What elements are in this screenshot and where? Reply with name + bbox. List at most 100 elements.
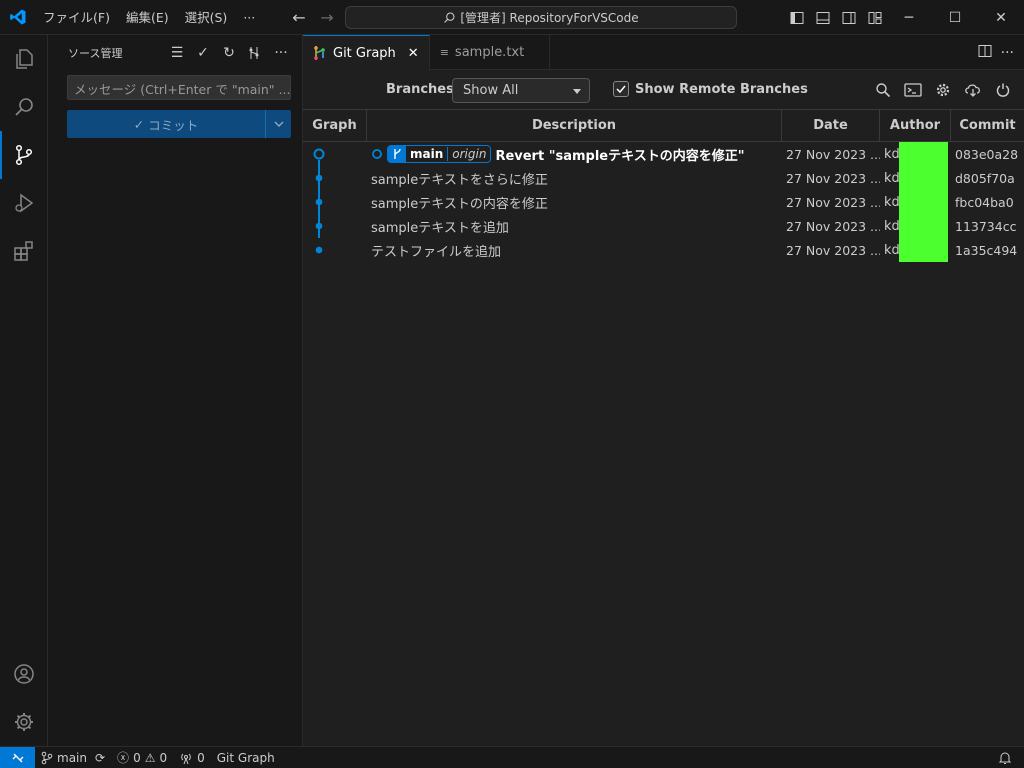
commit-author: kd — [880, 166, 951, 190]
commit-author: kd — [880, 190, 951, 214]
branch-status-label: main — [57, 750, 87, 765]
settings-gear-icon[interactable] — [0, 698, 48, 746]
source-control-icon[interactable] — [0, 131, 48, 179]
branches-select-value: Show All — [463, 83, 519, 98]
commit-button[interactable]: ✓ コミット — [67, 110, 291, 138]
commit-description: sampleテキストを追加 — [371, 220, 509, 236]
search-icon — [444, 12, 455, 23]
remote-indicator-icon[interactable] — [0, 746, 35, 768]
commit-date: 27 Nov 2023 ... — [786, 194, 880, 210]
command-center-label: [管理者] RepositoryForVSCode — [460, 11, 639, 25]
maximize-icon[interactable]: ☐ — [932, 0, 978, 35]
broadcast-icon — [181, 753, 191, 764]
fetch-cloud-icon[interactable] — [962, 78, 984, 102]
commit-button-label: コミット — [148, 117, 199, 133]
tab-sample-txt-label: sample.txt — [454, 45, 525, 60]
toggle-panel-icon[interactable] — [810, 0, 836, 35]
repo-settings-gear-icon[interactable] — [932, 78, 954, 102]
view-as-list-icon[interactable]: ☰ — [166, 42, 188, 64]
customize-layout-icon[interactable] — [862, 0, 888, 35]
column-header-description[interactable]: Description — [367, 110, 782, 141]
close-window-icon[interactable]: ✕ — [978, 0, 1024, 35]
text-file-icon: ≡ — [439, 46, 449, 59]
command-center[interactable]: [管理者] RepositoryForVSCode — [345, 6, 737, 29]
back-arrow-icon[interactable]: ← — [288, 8, 310, 27]
sync-icon[interactable]: ⟳ — [95, 751, 105, 765]
redaction-block — [899, 166, 948, 190]
table-row[interactable]: sampleテキストを追加 27 Nov 2023 ... kd 113734c… — [303, 214, 1024, 238]
more-actions-icon[interactable]: ··· — [270, 42, 292, 64]
menu-selection[interactable]: 選択(S) — [177, 0, 236, 35]
terminal-icon[interactable] — [902, 78, 924, 102]
commit-check-icon[interactable]: ✓ — [192, 42, 214, 64]
branch-name: main — [406, 147, 448, 161]
commit-author-name: kd — [884, 218, 900, 234]
remote-name: origin — [447, 147, 491, 161]
activity-bar — [0, 35, 48, 746]
column-header-date[interactable]: Date — [782, 110, 880, 141]
branches-select[interactable]: Show All — [452, 78, 590, 103]
graph-commit-node — [315, 222, 323, 230]
find-icon[interactable] — [872, 78, 894, 102]
commit-date: 27 Nov 2023 ... — [786, 218, 880, 234]
table-row[interactable]: main origin Revert "sampleテキストの内容を修正" 27… — [303, 142, 1024, 166]
menu-file[interactable]: ファイル(F) — [35, 0, 118, 35]
minimize-icon[interactable]: ─ — [886, 0, 932, 35]
commit-hash: 083e0a28 — [955, 146, 1019, 162]
checkbox-checked-icon[interactable] — [613, 81, 629, 97]
title-bar: ファイル(F) 編集(E) 選択(S) ··· ← → [管理者] Reposi… — [0, 0, 1024, 35]
menu-more[interactable]: ··· — [235, 0, 263, 35]
table-row[interactable]: sampleテキストの内容を修正 27 Nov 2023 ... kd fbc0… — [303, 190, 1024, 214]
commit-author: kd — [880, 238, 951, 262]
error-icon: ⓧ — [117, 751, 130, 765]
commit-main-button[interactable]: ✓ コミット — [67, 110, 265, 138]
layout-controls — [784, 0, 888, 35]
account-icon[interactable] — [0, 650, 48, 698]
check-icon: ✓ — [133, 116, 145, 132]
graph-commit-node — [315, 198, 323, 206]
redaction-block — [899, 190, 948, 214]
run-debug-icon[interactable] — [0, 179, 48, 227]
git-graph-status[interactable]: Git Graph — [211, 747, 281, 768]
tab-git-graph[interactable]: Git Graph ✕ — [303, 35, 430, 70]
problems-status[interactable]: ⓧ 0 ⚠ 0 — [111, 747, 173, 768]
notifications-bell-icon[interactable] — [998, 747, 1012, 768]
table-row[interactable]: テストファイルを追加 27 Nov 2023 ... kd 1a35c494 — [303, 238, 1024, 262]
column-header-graph[interactable]: Graph — [303, 110, 367, 141]
source-control-sidebar: ソース管理 ☰ ✓ ↻ ··· メッセージ (Ctrl+Enter で "mai… — [48, 35, 303, 746]
branch-status[interactable]: main ⟳ — [35, 747, 111, 768]
commit-dropdown-chevron-icon[interactable] — [265, 110, 291, 138]
redaction-block — [899, 214, 948, 238]
commit-message-input[interactable]: メッセージ (Ctrl+Enter で "main" ... — [67, 75, 291, 100]
refresh-power-icon[interactable] — [992, 78, 1014, 102]
commit-rows: main origin Revert "sampleテキストの内容を修正" 27… — [303, 142, 1024, 262]
commit-author-name: kd — [884, 242, 900, 258]
column-header-author[interactable]: Author — [880, 110, 951, 141]
refresh-icon[interactable]: ↻ — [218, 42, 240, 64]
commit-hash: d805f70a — [955, 170, 1015, 186]
explorer-icon[interactable] — [0, 35, 48, 83]
table-row[interactable]: sampleテキストをさらに修正 27 Nov 2023 ... kd d805… — [303, 166, 1024, 190]
branch-ref-badge[interactable]: main origin — [387, 145, 492, 163]
commit-hash: 113734cc — [955, 218, 1017, 234]
menu-edit[interactable]: 編集(E) — [118, 0, 177, 35]
show-remote-branches-label: Show Remote Branches — [635, 81, 808, 97]
toggle-secondary-sidebar-icon[interactable] — [836, 0, 862, 35]
close-tab-icon[interactable]: ✕ — [408, 46, 419, 61]
show-remote-branches-checkbox[interactable]: Show Remote Branches — [613, 81, 808, 97]
git-graph-toolbar — [872, 78, 1014, 102]
window-controls: ─ ☐ ✕ — [886, 0, 1024, 35]
extensions-icon[interactable] — [0, 227, 48, 275]
tab-sample-txt[interactable]: ≡ sample.txt — [430, 35, 550, 70]
git-graph-view-icon[interactable] — [244, 42, 266, 64]
split-editor-icon[interactable] — [977, 43, 993, 63]
warning-count: 0 — [159, 750, 168, 765]
ports-status[interactable]: 0 — [173, 747, 211, 768]
editor-actions: ··· — [977, 35, 1014, 70]
column-header-commit[interactable]: Commit — [951, 110, 1024, 141]
search-icon[interactable] — [0, 83, 48, 131]
editor-more-actions-icon[interactable]: ··· — [1001, 45, 1014, 61]
commit-date: 27 Nov 2023 ... — [786, 170, 880, 186]
forward-arrow-icon[interactable]: → — [316, 8, 338, 27]
toggle-primary-sidebar-icon[interactable] — [784, 0, 810, 35]
